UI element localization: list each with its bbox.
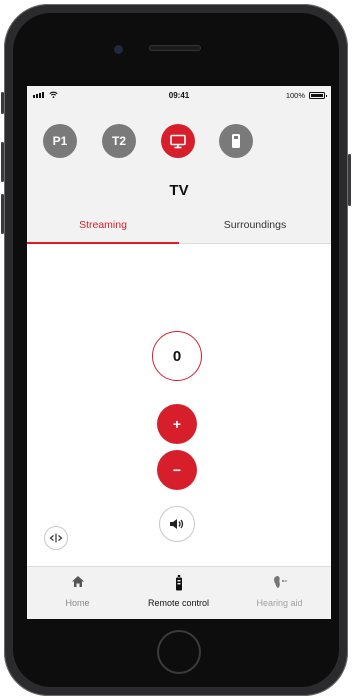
- front-camera: [115, 46, 122, 53]
- nav-label: Remote control: [147, 598, 210, 608]
- volume-up-button[interactable]: +: [157, 404, 197, 444]
- speaker-icon: [170, 519, 184, 529]
- balance-button[interactable]: [44, 526, 68, 550]
- nav-item-home[interactable]: Home: [27, 567, 128, 619]
- program-button-p1[interactable]: P1: [43, 124, 77, 158]
- home-icon: [71, 576, 84, 587]
- bottom-navigation: Home Remote control Hearing aid: [27, 566, 331, 619]
- program-button-tv[interactable]: [161, 124, 195, 158]
- mute-switch: [1, 92, 4, 114]
- power-hardware-button: [348, 154, 351, 206]
- current-program-name: TV: [169, 182, 189, 199]
- nav-item-hearing-aid[interactable]: Hearing aid: [229, 567, 330, 619]
- program-header: P1 T2 TV Streaming Surroundings: [27, 106, 331, 244]
- home-hardware-button[interactable]: [157, 630, 201, 674]
- battery-icon: [309, 92, 327, 99]
- minus-icon: −: [172, 462, 182, 478]
- volume-level-display: 0: [152, 331, 202, 381]
- tab-streaming[interactable]: Streaming: [27, 219, 179, 231]
- volume-down-hardware-button: [1, 194, 4, 234]
- program-button-remote[interactable]: [219, 124, 253, 158]
- active-tab-indicator: [27, 242, 179, 244]
- balance-icon: [49, 533, 63, 543]
- earpiece-speaker: [149, 45, 201, 51]
- tv-icon: [170, 134, 186, 148]
- plus-icon: +: [172, 416, 182, 432]
- hearing-aid-icon: [273, 576, 287, 588]
- program-label: T2: [111, 134, 126, 148]
- remote-icon: [232, 134, 240, 148]
- volume-down-button[interactable]: −: [157, 450, 197, 490]
- nav-label: Hearing aid: [256, 598, 303, 608]
- status-bar: 09:41 100%: [27, 86, 331, 106]
- mute-speaker-button[interactable]: [159, 506, 195, 542]
- tab-surroundings[interactable]: Surroundings: [179, 219, 331, 231]
- app-screen: 09:41 100% P1 T2 TV Streaming Surroundin…: [27, 86, 331, 619]
- volume-up-hardware-button: [1, 142, 4, 182]
- volume-value: 0: [172, 347, 182, 365]
- nav-item-remote-control[interactable]: Remote control: [128, 567, 229, 619]
- program-button-t2[interactable]: T2: [102, 124, 136, 158]
- remote-icon: [175, 575, 182, 591]
- tab-label: Surroundings: [223, 219, 287, 231]
- battery-percentage: 100%: [285, 91, 305, 100]
- nav-label: Home: [65, 598, 90, 608]
- program-label: P1: [52, 134, 68, 148]
- tab-label: Streaming: [79, 219, 127, 231]
